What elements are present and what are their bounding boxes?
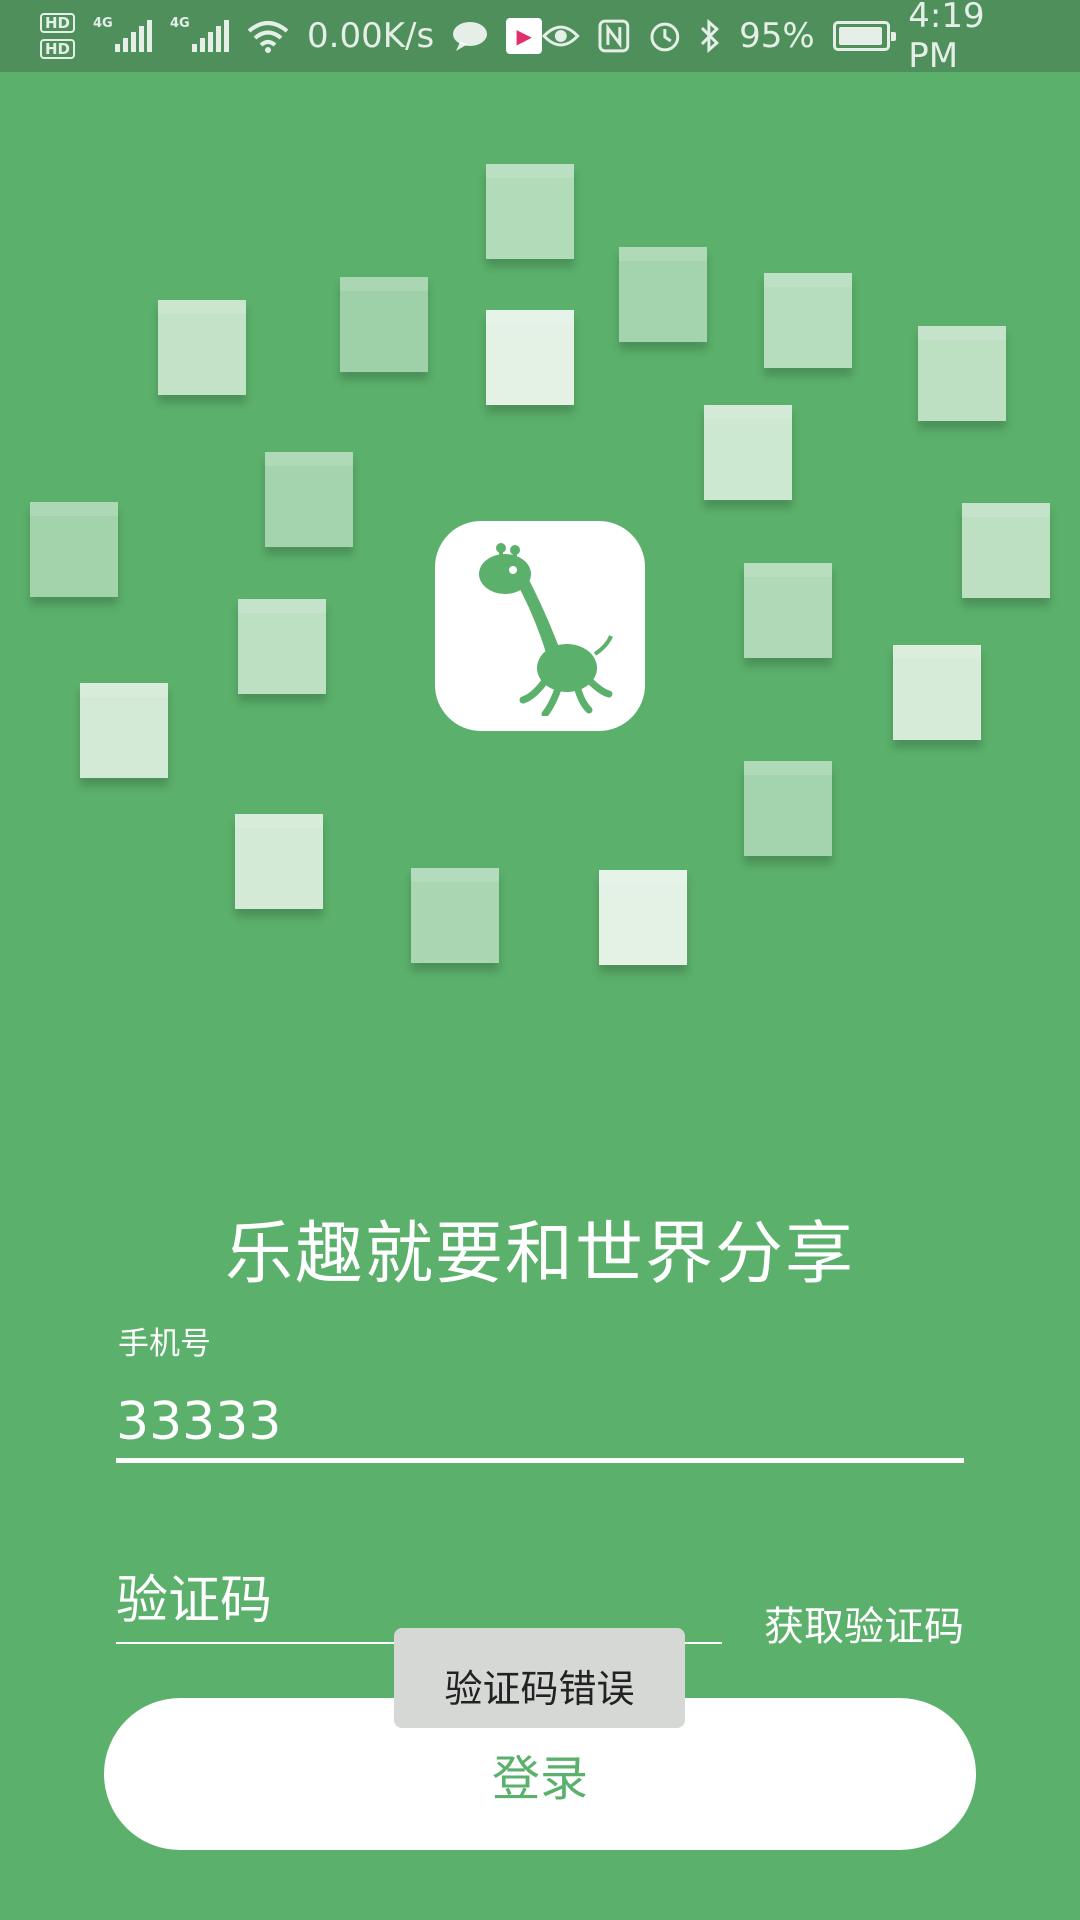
giraffe-logo-icon	[479, 543, 613, 716]
decor-tile	[158, 300, 246, 395]
signal-icon: 4G	[170, 16, 230, 52]
decor-tile	[764, 273, 852, 368]
chat-icon	[453, 22, 488, 51]
status-right: 95% 4:19 PM	[542, 0, 1044, 76]
net-speed: 0.00K/s	[307, 16, 435, 56]
phone-input[interactable]: 33333	[116, 1384, 964, 1460]
decor-tile	[30, 502, 118, 597]
decor-tile	[962, 503, 1050, 598]
eye-icon	[542, 25, 580, 47]
decor-tile	[265, 452, 353, 547]
decor-tile	[486, 310, 574, 405]
youku-icon: ▶	[506, 18, 543, 54]
decor-tile	[238, 599, 326, 694]
login-button-label: 登录	[491, 1751, 588, 1807]
app-logo	[435, 521, 645, 731]
decor-tile	[235, 814, 323, 909]
decor-tile	[893, 645, 981, 740]
signal-icon: 4G	[93, 16, 153, 52]
battery-icon	[832, 21, 896, 51]
slogan: 乐趣就要和世界分享	[224, 1215, 855, 1294]
wifi-icon	[247, 21, 289, 53]
alarm-icon	[650, 22, 679, 52]
phone-label: 手机号	[118, 1326, 211, 1362]
decor-tile	[918, 326, 1006, 421]
decor-tile	[744, 761, 832, 856]
decor-tile	[486, 164, 574, 259]
nfc-icon	[598, 19, 630, 53]
decor-tile	[340, 277, 428, 372]
error-toast: 验证码错误	[394, 1628, 685, 1728]
phone-underline	[116, 1458, 964, 1463]
decor-tile	[599, 870, 687, 965]
battery-percent: 95%	[739, 16, 815, 56]
get-code-button[interactable]: 获取验证码	[764, 1594, 964, 1652]
decor-tile	[704, 405, 792, 500]
decor-tile	[619, 247, 707, 342]
decor-tile	[80, 683, 168, 778]
status-left: HD HD 4G 4G 0.00K/s ▶	[40, 13, 543, 59]
decor-tile	[411, 868, 499, 963]
toast-message: 验证码错误	[444, 1666, 635, 1711]
bluetooth-icon	[701, 19, 720, 53]
status-bar: HD HD 4G 4G 0.00K/s ▶ 95% 4:19 PM	[0, 0, 1080, 76]
hd-icon: HD HD	[40, 13, 76, 59]
clock: 4:19 PM	[908, 0, 985, 76]
decor-tile	[744, 563, 832, 658]
